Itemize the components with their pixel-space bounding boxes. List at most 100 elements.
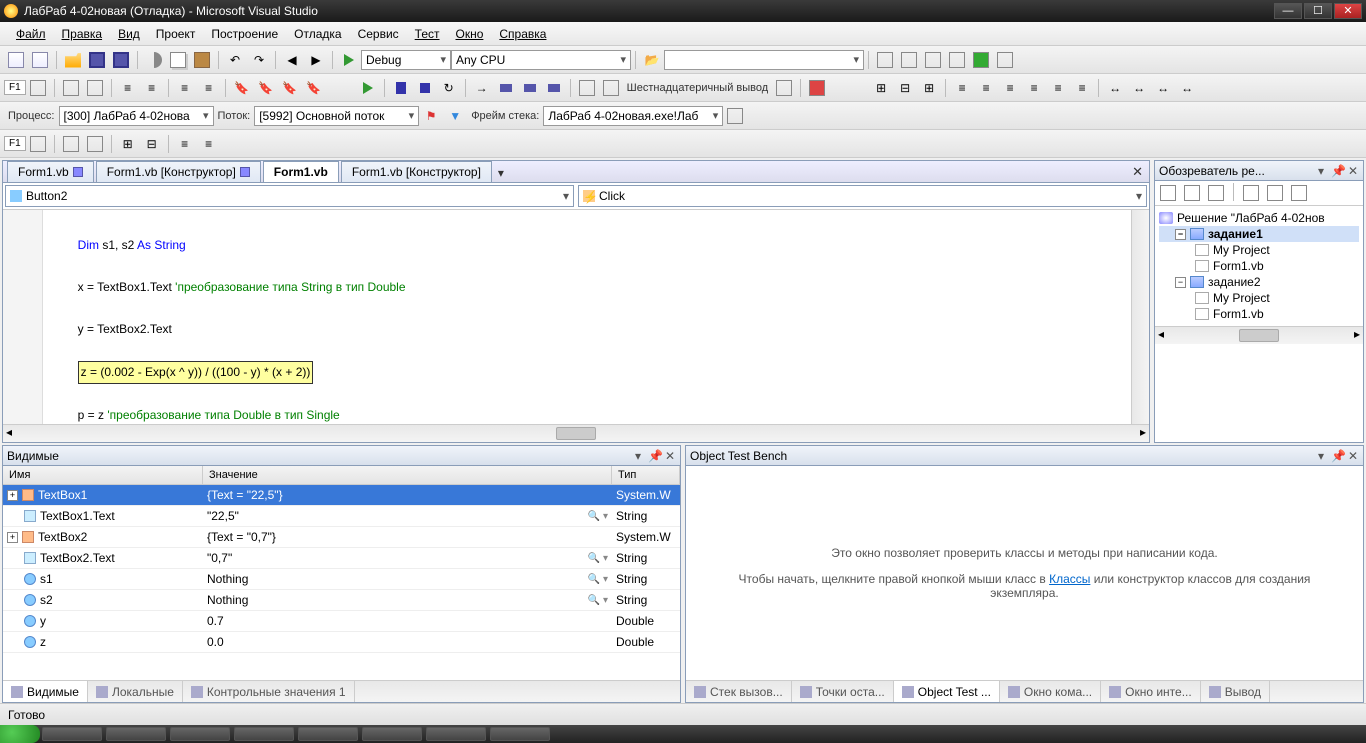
se-showall-button[interactable] — [1182, 183, 1202, 203]
object-browser-button[interactable] — [946, 49, 968, 71]
panel-dropdown-icon[interactable]: ▾ — [1315, 164, 1327, 178]
task-item[interactable] — [106, 727, 166, 741]
find-button[interactable]: 📂 — [641, 49, 663, 71]
btab-autos[interactable]: Видимые — [3, 681, 88, 702]
space-btn-2[interactable]: ↔ — [1128, 77, 1150, 99]
tab-form1-designer-2[interactable]: Form1.vb [Конструктор] — [341, 161, 492, 182]
copy-button[interactable] — [167, 49, 189, 71]
te-btn-5[interactable]: ⊟ — [141, 133, 163, 155]
se-hscroll[interactable]: ◂▸ — [1155, 326, 1363, 344]
align-btn-6[interactable]: ≡ — [1071, 77, 1093, 99]
minimize-button[interactable]: — — [1274, 3, 1302, 19]
bookmark-button[interactable]: 🔖 — [231, 77, 253, 99]
start-page-button[interactable] — [970, 49, 992, 71]
classes-link[interactable]: Классы — [1049, 572, 1090, 586]
horizontal-scrollbar[interactable]: ◂▸ — [3, 424, 1149, 442]
step-over-button[interactable] — [519, 77, 541, 99]
menu-file[interactable]: Файл — [8, 24, 54, 44]
panel-close-icon[interactable]: ✕ — [1347, 164, 1359, 178]
btab-breakpoints[interactable]: Точки оста... — [792, 681, 894, 702]
te-btn-4[interactable]: ⊞ — [117, 133, 139, 155]
debug-btn-a[interactable] — [27, 77, 49, 99]
uncomment-button[interactable]: ≡ — [198, 77, 220, 99]
watch-row[interactable]: s1Nothing🔍String — [3, 569, 680, 590]
show-next-stmt-button[interactable]: → — [471, 77, 493, 99]
se-diagram-button[interactable] — [1289, 183, 1309, 203]
process-combo[interactable]: [300] ЛабРаб 4-02нова — [59, 106, 214, 126]
tree-project-2[interactable]: −задание2 — [1159, 274, 1359, 290]
config-combo[interactable]: Debug — [361, 50, 451, 70]
indent-button[interactable]: ≡ — [141, 77, 163, 99]
new-project-button[interactable] — [5, 49, 27, 71]
align-btn-2[interactable]: ≡ — [975, 77, 997, 99]
step-into-button[interactable] — [495, 77, 517, 99]
magnifier-icon[interactable]: 🔍 — [588, 553, 608, 564]
task-item[interactable] — [362, 727, 422, 741]
debug-btn-c[interactable] — [84, 77, 106, 99]
debug-btn-b[interactable] — [60, 77, 82, 99]
align-btn-3[interactable]: ≡ — [999, 77, 1021, 99]
cut-button[interactable] — [143, 49, 165, 71]
save-all-button[interactable] — [110, 49, 132, 71]
panel-close-icon[interactable]: ✕ — [1347, 449, 1359, 463]
hex-output-label[interactable]: Шестнадцатеричный вывод — [627, 82, 769, 94]
code-editor[interactable]: Dim s1, s2 As String x = TextBox1.Text '… — [3, 210, 1149, 424]
code-text[interactable]: Dim s1, s2 As String x = TextBox1.Text '… — [43, 210, 1131, 424]
tree-myproject-1[interactable]: My Project — [1159, 242, 1359, 258]
menu-debug[interactable]: Отладка — [286, 24, 349, 44]
tree-project-1[interactable]: −задание1 — [1159, 226, 1359, 242]
tab-form1-vb-1[interactable]: Form1.vb — [7, 161, 94, 182]
thread-marker-icon[interactable]: ▼ — [444, 105, 466, 127]
close-button[interactable]: ✕ — [1334, 3, 1362, 19]
tree-solution[interactable]: Решение "ЛабРаб 4-02нов — [1159, 210, 1359, 226]
breakpoints-button[interactable] — [806, 77, 828, 99]
expand-icon[interactable]: + — [7, 490, 18, 501]
tree-form1-2[interactable]: Form1.vb — [1159, 306, 1359, 322]
thread-flag-icon[interactable]: ⚑ — [420, 105, 442, 127]
object-combo[interactable]: Button2 — [5, 185, 574, 207]
watch-row[interactable]: TextBox1.Text"22,5"🔍String — [3, 506, 680, 527]
menu-project[interactable]: Проект — [148, 24, 204, 44]
magnifier-icon[interactable]: 🔍 — [588, 574, 608, 585]
expand-icon[interactable]: + — [7, 532, 18, 543]
thread-combo[interactable]: [5992] Основной поток — [254, 106, 419, 126]
hex-btn-c[interactable] — [773, 77, 795, 99]
panel-pin-icon[interactable]: 📌 — [648, 449, 660, 463]
bookmark-prev-button[interactable]: 🔖 — [255, 77, 277, 99]
hex-btn-b[interactable] — [600, 77, 622, 99]
vertical-scrollbar[interactable] — [1131, 210, 1149, 424]
task-item[interactable] — [490, 727, 550, 741]
te-btn-2[interactable] — [60, 133, 82, 155]
nav-fwd-button[interactable]: ▶ — [305, 49, 327, 71]
nav-back-button[interactable]: ◀ — [281, 49, 303, 71]
col-name[interactable]: Имя — [3, 466, 203, 484]
space-btn-3[interactable]: ↔ — [1152, 77, 1174, 99]
se-designer-button[interactable] — [1265, 183, 1285, 203]
toolbox-button[interactable] — [874, 49, 896, 71]
start-debug-button[interactable] — [338, 49, 360, 71]
magnifier-icon[interactable]: 🔍 — [588, 595, 608, 606]
add-item-button[interactable] — [29, 49, 51, 71]
event-combo[interactable]: ⚡Click — [578, 185, 1147, 207]
step-out-button[interactable] — [543, 77, 565, 99]
menu-test[interactable]: Тест — [407, 24, 448, 44]
bookmark-next-button[interactable]: 🔖 — [279, 77, 301, 99]
stop-button[interactable] — [414, 77, 436, 99]
menu-help[interactable]: Справка — [491, 24, 554, 44]
align-btn-1[interactable]: ≡ — [951, 77, 973, 99]
task-item[interactable] — [42, 727, 102, 741]
layout-btn-3[interactable]: ⊞ — [918, 77, 940, 99]
menu-edit[interactable]: Правка — [54, 24, 111, 44]
te-btn-1[interactable] — [27, 133, 49, 155]
panel-pin-icon[interactable]: 📌 — [1331, 449, 1343, 463]
task-item[interactable] — [170, 727, 230, 741]
maximize-button[interactable]: ☐ — [1304, 3, 1332, 19]
tab-close-button[interactable]: ✕ — [1126, 162, 1149, 182]
panel-pin-icon[interactable]: 📌 — [1331, 164, 1343, 178]
btab-callstack[interactable]: Стек вызов... — [686, 681, 792, 702]
tab-form1-designer-1[interactable]: Form1.vb [Конструктор] — [96, 161, 261, 182]
comment-button[interactable]: ≡ — [174, 77, 196, 99]
stackframe-combo[interactable]: ЛабРаб 4-02новая.exe!Лаб — [543, 106, 723, 126]
menu-window[interactable]: Окно — [448, 24, 492, 44]
task-item[interactable] — [426, 727, 486, 741]
